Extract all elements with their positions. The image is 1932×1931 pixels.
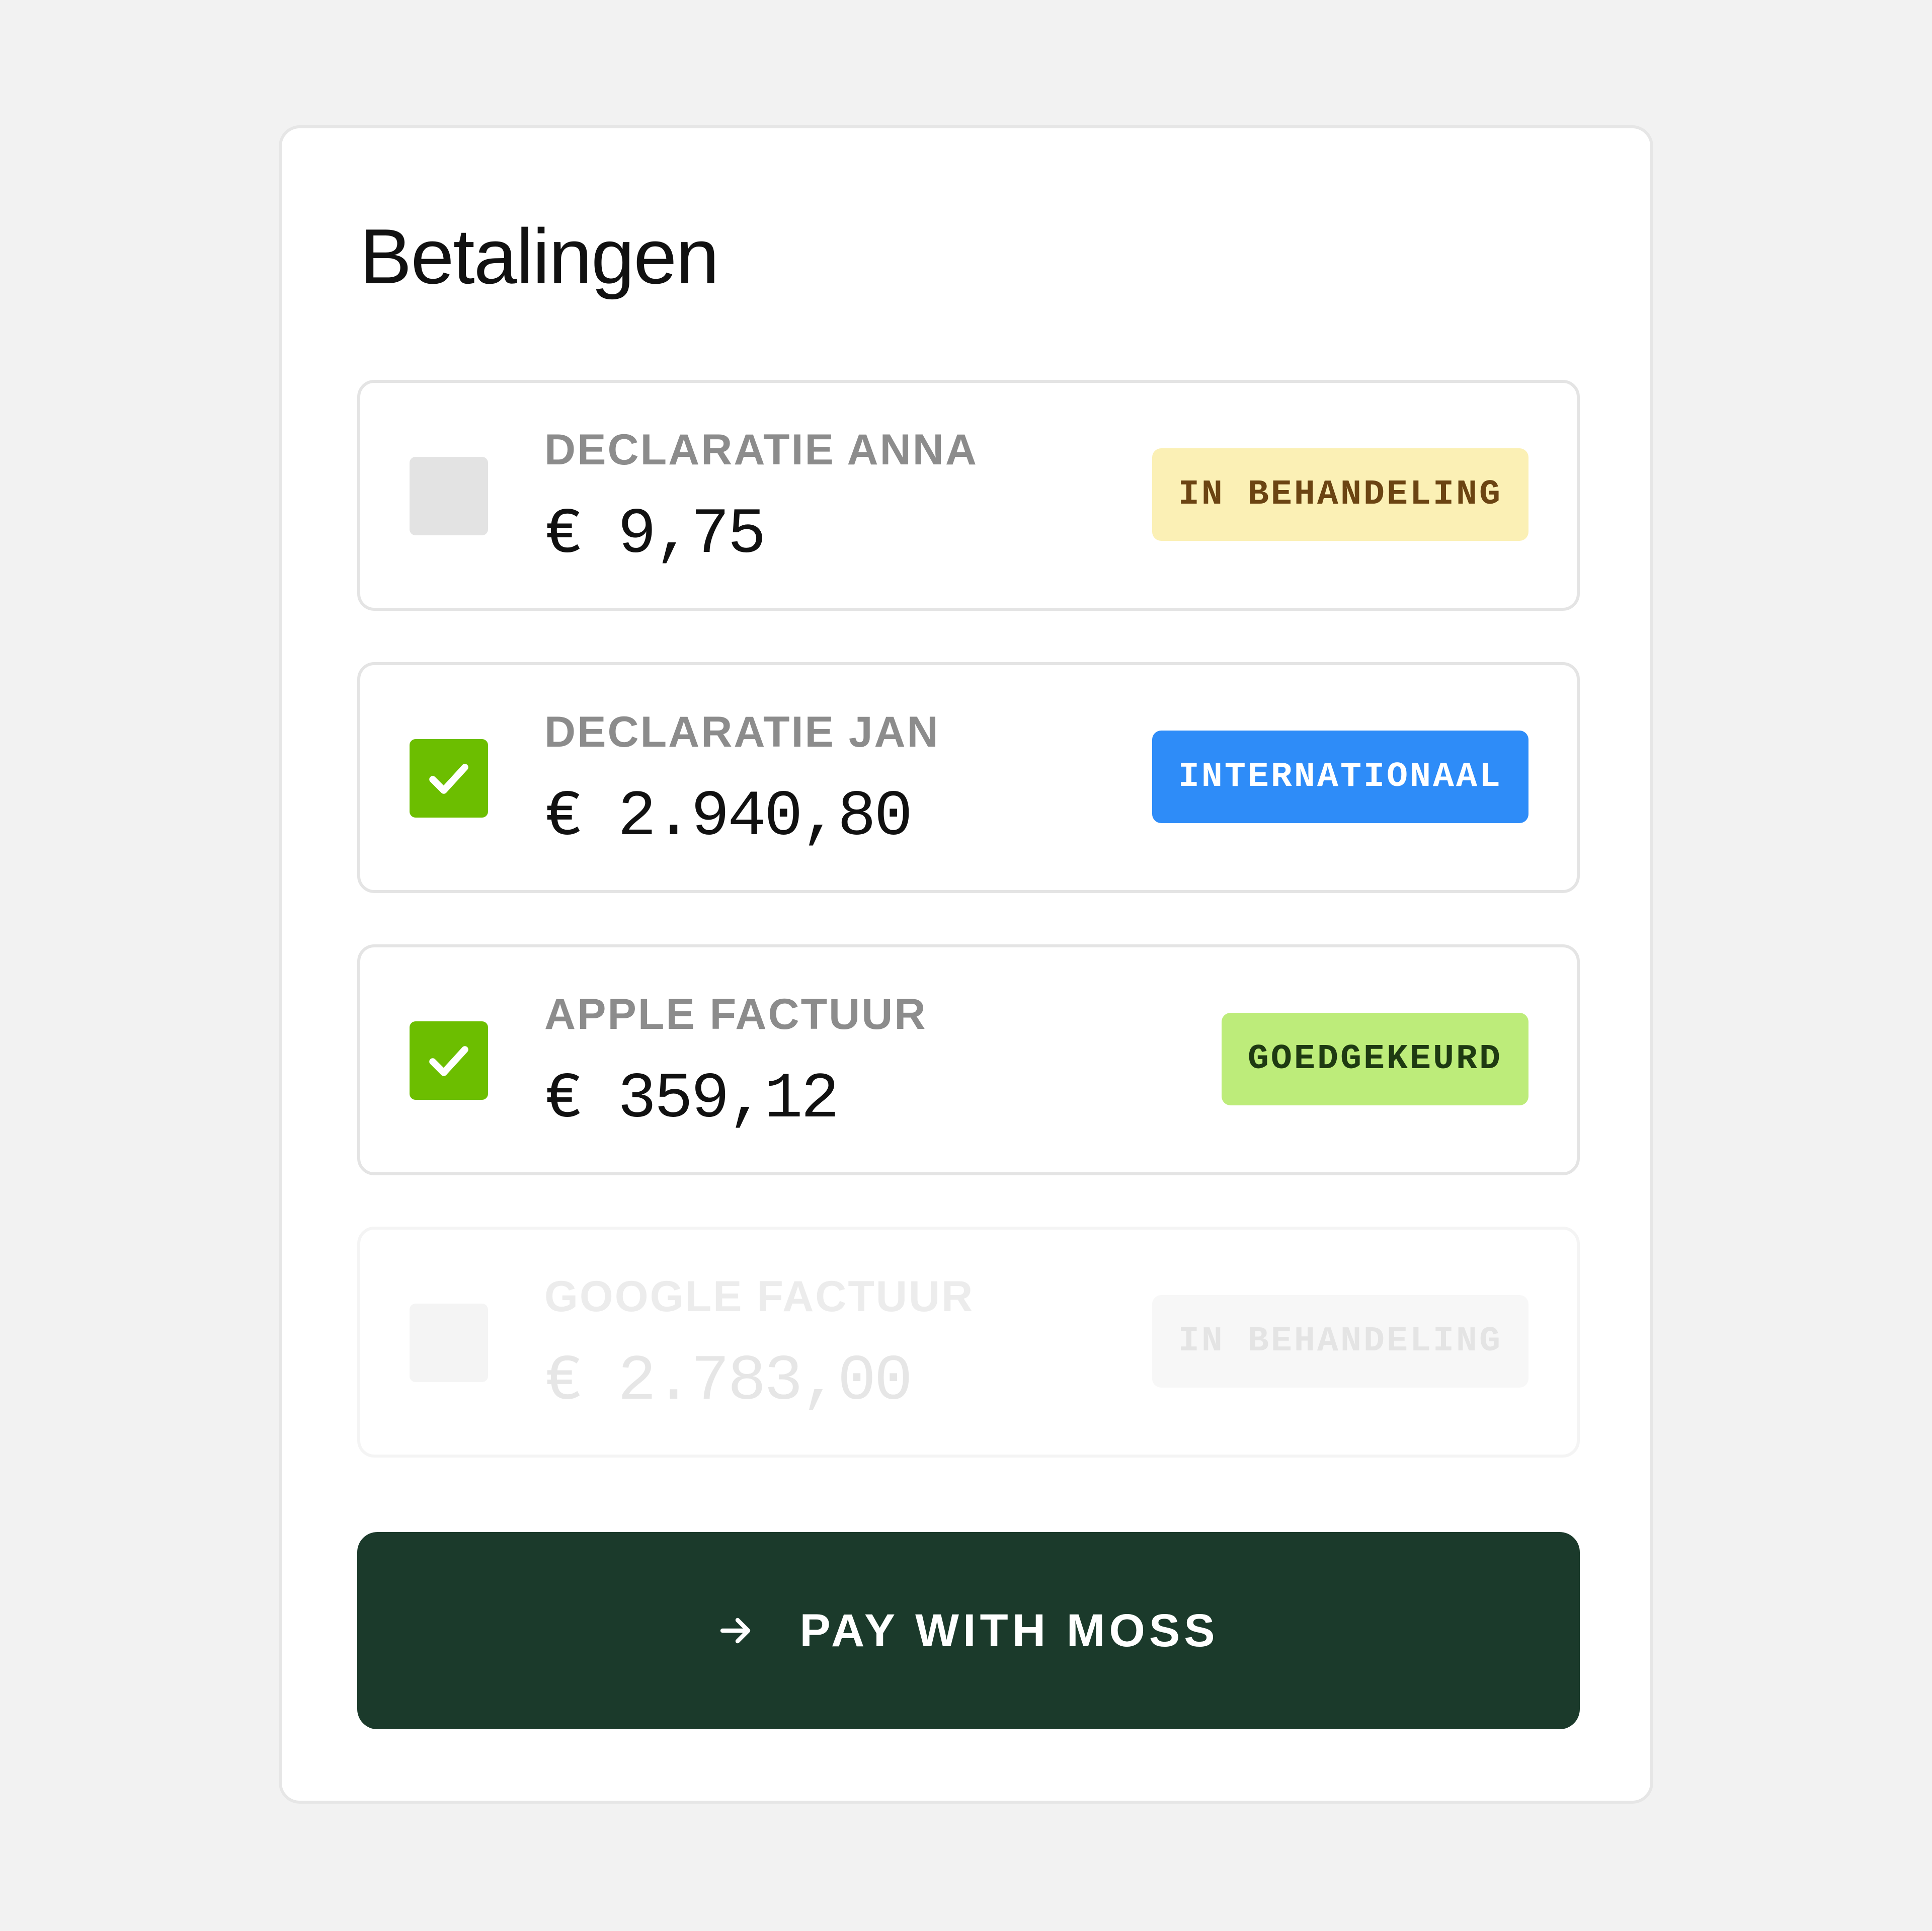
payment-checkbox[interactable]: [410, 1021, 488, 1100]
status-badge: INTERNATIONAAL: [1152, 731, 1528, 823]
pay-button-label: PAY WITH MOSS: [799, 1604, 1219, 1656]
payment-row-declaratie-jan[interactable]: DECLARATIE JAN € 2.940,80 INTERNATIONAAL: [357, 662, 1580, 893]
payment-label: DECLARATIE JAN: [544, 708, 940, 756]
status-badge: IN BEHANDELING: [1152, 1295, 1528, 1388]
payment-row-declaratie-anna[interactable]: DECLARATIE ANNA € 9,75 IN BEHANDELING: [357, 380, 1580, 611]
payment-row-apple-factuur[interactable]: APPLE FACTUUR € 359,12 GOEDGEKEURD: [357, 944, 1580, 1175]
payment-checkbox[interactable]: [410, 457, 488, 535]
status-badge: IN BEHANDELING: [1152, 448, 1528, 541]
checkmark-icon: [429, 764, 468, 794]
payment-amount: € 9,75: [544, 499, 766, 572]
status-badge: GOEDGEKEURD: [1221, 1013, 1528, 1105]
payment-checkbox[interactable]: [410, 1304, 488, 1382]
payment-label: DECLARATIE ANNA: [544, 426, 978, 474]
payment-checkbox[interactable]: [410, 739, 488, 818]
checkmark-icon: [429, 1046, 468, 1076]
payment-label: GOOGLE FACTUUR: [544, 1272, 975, 1321]
arrow-right-icon: [720, 1618, 751, 1644]
payment-amount: € 2.940,80: [544, 781, 913, 854]
payment-row-google-factuur[interactable]: GOOGLE FACTUUR € 2.783,00 IN BEHANDELING: [357, 1227, 1580, 1458]
pay-with-moss-button[interactable]: PAY WITH MOSS: [357, 1532, 1580, 1729]
payment-label: APPLE FACTUUR: [544, 990, 927, 1038]
panel-title: Betalingen: [360, 213, 719, 300]
payments-panel: Betalingen DECLARATIE ANNA € 9,75 IN BEH…: [279, 125, 1653, 1804]
payment-amount: € 2.783,00: [544, 1345, 913, 1418]
payment-amount: € 359,12: [544, 1063, 839, 1136]
